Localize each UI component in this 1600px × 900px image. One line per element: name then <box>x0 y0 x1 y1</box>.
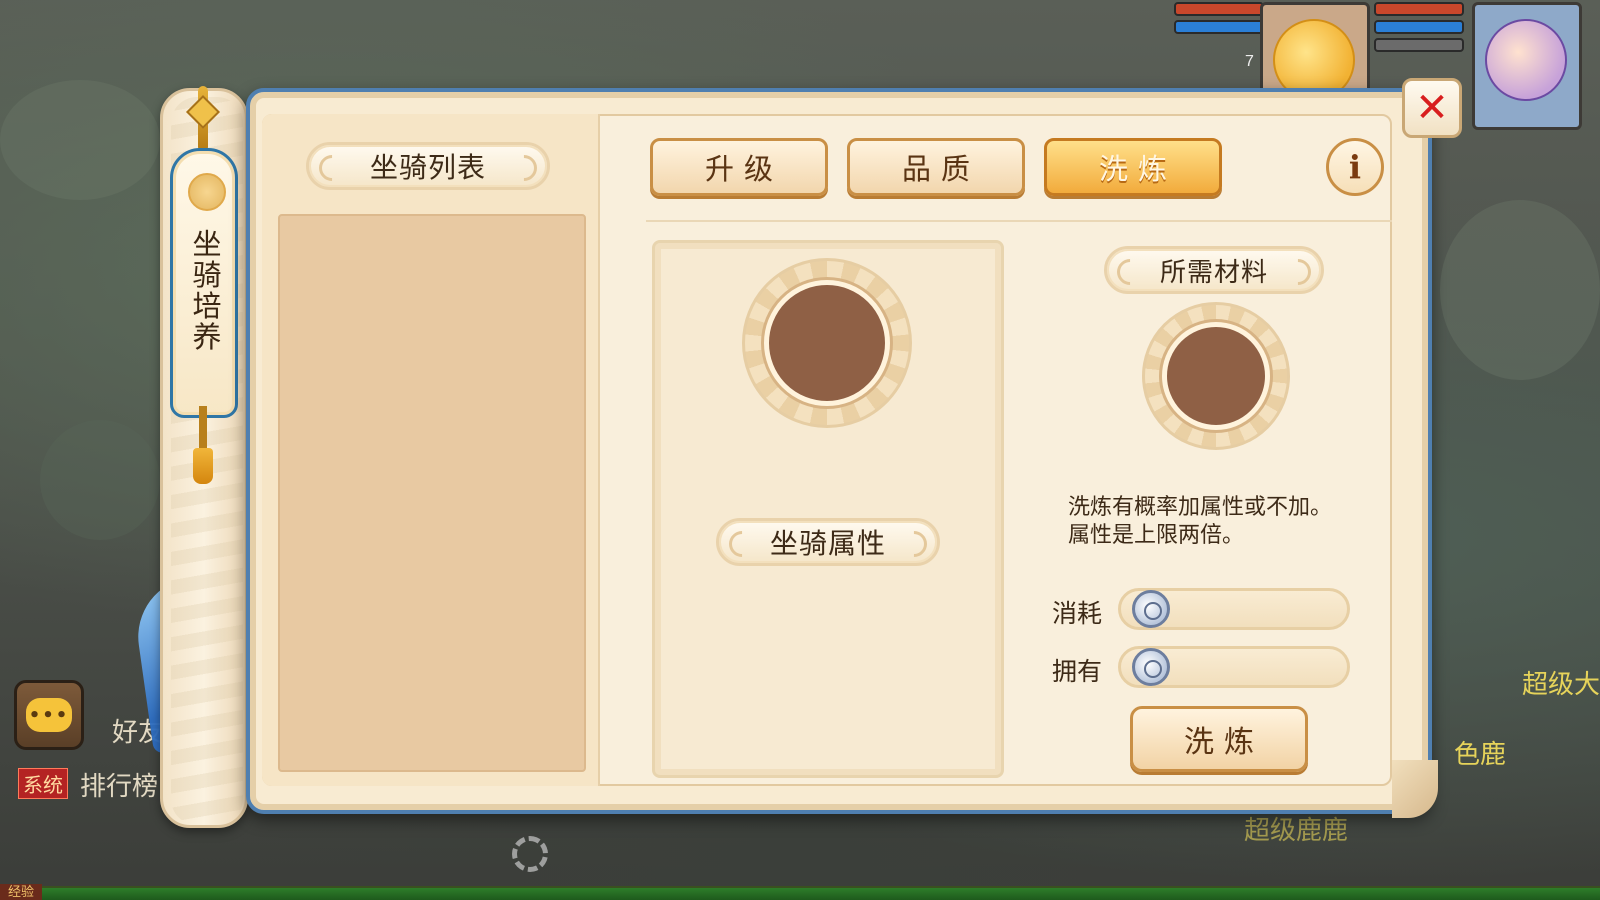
player-level: 7 <box>1245 53 1254 70</box>
mp-bar <box>1174 20 1264 34</box>
mount-list-title: 坐骑列表 <box>306 142 550 190</box>
side-tab-mount-training[interactable]: 坐骑培养 <box>170 148 238 418</box>
info-button[interactable]: i <box>1326 138 1384 196</box>
hp-bar <box>1174 2 1264 16</box>
refine-button[interactable]: 洗炼 <box>1130 706 1308 772</box>
tassel-fringe-decoration <box>193 448 213 484</box>
system-tag: 系统 <box>18 768 68 799</box>
chat-bubble-icon: ••• <box>26 698 72 732</box>
exp-bar-fill <box>0 888 1600 900</box>
mount-slot[interactable] <box>764 280 890 406</box>
player-hud-bars <box>1174 2 1264 38</box>
scene-tile <box>40 420 160 540</box>
npc-name-label: 色鹿 <box>1454 739 1507 769</box>
divider <box>646 220 1392 222</box>
npc-name-label: 超级大 <box>1522 669 1600 699</box>
refine-description: 洗炼有概率加属性或不加。 属性是上限两倍。 <box>1068 494 1388 550</box>
page-curl-decoration <box>1392 760 1438 818</box>
mount-list[interactable] <box>278 214 586 772</box>
scene-tile <box>1440 200 1600 380</box>
side-tab-label: 坐骑培养 <box>192 227 222 354</box>
description-line: 洗炼有概率加属性或不加。 <box>1068 495 1333 520</box>
cloud-emblem-icon <box>188 173 226 211</box>
pet-exp-bar <box>1374 38 1464 52</box>
tab-refine[interactable]: 洗炼 <box>1044 138 1222 196</box>
exp-bar <box>0 886 1600 900</box>
scene-tile <box>0 80 160 200</box>
gear-icon[interactable] <box>512 836 548 872</box>
mount-attribute-title: 坐骑属性 <box>716 518 940 566</box>
tab-upgrade[interactable]: 升级 <box>650 138 828 196</box>
npc-name-label: 超级鹿鹿 <box>1244 815 1349 845</box>
exp-label: 经验 <box>0 884 43 900</box>
materials-title: 所需材料 <box>1104 246 1324 294</box>
tab-quality[interactable]: 品质 <box>847 138 1025 196</box>
silver-coin-icon <box>1132 590 1170 628</box>
pet-mp-bar <box>1374 20 1464 34</box>
consume-label: 消耗 <box>1052 599 1103 628</box>
description-line: 属性是上限两倍。 <box>1068 523 1245 548</box>
pet-hp-bar <box>1374 2 1464 16</box>
pet-portrait[interactable] <box>1472 2 1582 130</box>
silver-coin-icon <box>1132 648 1170 686</box>
close-button[interactable]: ✕ <box>1402 78 1462 138</box>
pet-hud-bars <box>1374 2 1464 56</box>
chat-button[interactable]: ••• <box>14 680 84 750</box>
pet-avatar-icon <box>1485 19 1567 101</box>
own-label: 拥有 <box>1052 657 1103 686</box>
ranking-label[interactable]: 排行榜 <box>80 766 158 803</box>
material-slot[interactable] <box>1162 322 1270 430</box>
